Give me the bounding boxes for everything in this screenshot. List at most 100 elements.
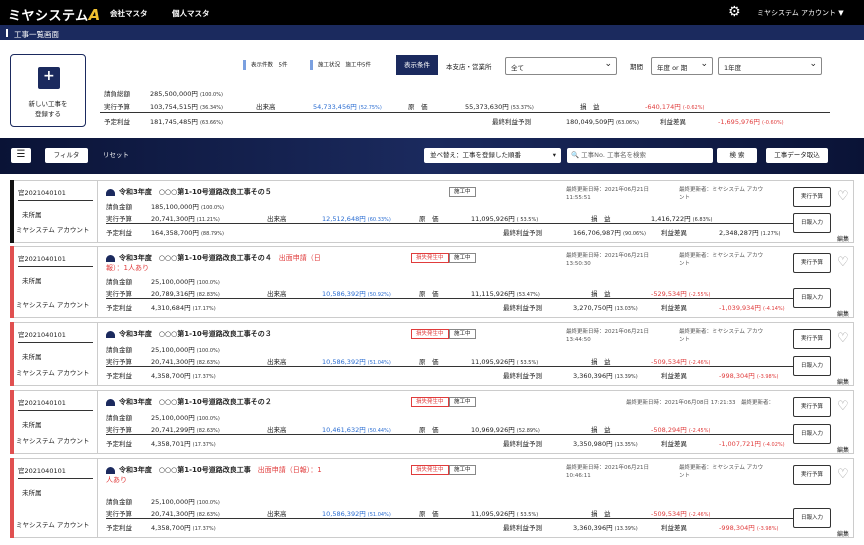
diff-cell: -1,039,934円 (-4.14%) — [719, 302, 785, 312]
last-updated-time: 10:46:11 — [566, 473, 591, 479]
execution-budget-button[interactable]: 実行予算 — [793, 187, 831, 207]
project-owner: ミヤシステム アカウント — [16, 226, 90, 234]
cost-cell: 11,115,926円 (53.47%) — [471, 288, 540, 298]
branch-select[interactable]: 全て — [505, 57, 617, 75]
plan-row: 予定利益 4,358,701円 (17.37%) — [106, 438, 216, 448]
period-type-select[interactable]: 年度 or 期 — [651, 57, 713, 75]
project-owner: ミヤシステム アカウント — [16, 301, 90, 309]
gear-icon[interactable]: ⚙ — [728, 4, 741, 20]
plan-value: 4,310,684円 — [151, 304, 191, 312]
edit-link[interactable]: 編集 — [837, 377, 849, 386]
daily-report-button[interactable]: 日報入力 — [793, 424, 831, 444]
nav-company-master[interactable]: 会社マスタ — [110, 8, 148, 19]
contract-row: 請負金額 25,100,000円 (100.0%) — [106, 412, 220, 422]
search-placeholder: 工事No. 工事名を検索 — [581, 151, 647, 159]
final-value: 3,270,750円 — [573, 304, 613, 312]
project-card[interactable]: 官2021040101 未所属 ミヤシステム アカウント 令和3年度 ○○○第1… — [10, 390, 854, 454]
project-title[interactable]: 令和3年度 ○○○第1-10号道路改良工事その３ — [106, 329, 406, 339]
account-menu[interactable]: ミヤシステム アカウント ▼ — [757, 8, 844, 18]
diff-value: -1,039,934円 — [719, 304, 761, 312]
final-cell: 3,360,396円 (13.39%) — [573, 370, 638, 380]
attendance-alert[interactable]: 出面申請（日報）：1 — [258, 466, 322, 474]
contract-row: 請負金額 25,100,000円 (100.0%) — [106, 344, 220, 354]
heart-icon[interactable]: ♡ — [837, 331, 849, 346]
display-conditions-tab[interactable]: 表示条件 — [396, 55, 438, 75]
project-code[interactable]: 官2021040101 — [18, 465, 93, 479]
search-button[interactable]: 検 索 — [717, 148, 757, 163]
new-project-button[interactable]: 新しい工事を登録する — [10, 54, 86, 127]
plan-pct: (17.37%) — [192, 526, 216, 532]
heart-icon[interactable]: ♡ — [837, 467, 849, 482]
project-title[interactable]: 令和3年度 ○○○第1-10号道路改良工事その５ — [106, 187, 406, 197]
last-updated-date: 2021年06月21日 — [604, 187, 650, 193]
daily-report-button[interactable]: 日報入力 — [793, 288, 831, 308]
cost-value: 10,969,926円 — [471, 426, 515, 434]
project-card[interactable]: 官2021040101 未所属 ミヤシステム アカウント 令和3年度 ○○○第1… — [10, 458, 854, 538]
app-logo[interactable]: ミヤシステムA — [8, 5, 101, 24]
plan-value: 4,358,700円 — [151, 524, 191, 532]
edit-link[interactable]: 編集 — [837, 529, 849, 538]
daily-report-button[interactable]: 日報入力 — [793, 508, 831, 528]
row-divider — [106, 298, 798, 299]
period-value-select[interactable]: 1年度 — [718, 57, 822, 75]
reset-button[interactable]: リセット — [98, 148, 134, 163]
plan-pct: (88.79%) — [200, 231, 224, 237]
sort-select[interactable]: 並べ替え：工事を登録した順番 ▾ — [424, 148, 561, 163]
project-code[interactable]: 官2021040101 — [18, 253, 93, 267]
heart-icon[interactable]: ♡ — [837, 399, 849, 414]
edit-link[interactable]: 編集 — [837, 309, 849, 318]
filter-button[interactable]: フィルタ — [45, 148, 88, 163]
sort-select-label: 並べ替え：工事を登録した順番 — [430, 151, 521, 159]
project-title-text: 令和3年度 ○○○第1-10号道路改良工事その５ — [119, 188, 272, 196]
execution-budget-button[interactable]: 実行予算 — [793, 397, 831, 417]
list-view-icon[interactable]: ☰ — [11, 148, 31, 163]
profit-cell: 1,416,722円 (6.83%) — [651, 213, 712, 223]
import-button[interactable]: 工事データ取込 — [766, 148, 828, 163]
heart-icon[interactable]: ♡ — [837, 189, 849, 204]
contract-row: 請負金額 185,100,000円 (100.0%) — [106, 201, 224, 211]
status-stripe — [10, 180, 14, 243]
project-title[interactable]: 令和3年度 ○○○第1-10号道路改良工事 出面申請（日報）：1 人あり — [106, 465, 406, 485]
profit-cell: -509,534円 (-2.46%) — [651, 356, 710, 366]
edit-link[interactable]: 編集 — [837, 445, 849, 454]
execution-budget-button[interactable]: 実行予算 — [793, 253, 831, 273]
project-card[interactable]: 官2021040101 未所属 ミヤシステム アカウント 令和3年度 ○○○第1… — [10, 322, 854, 386]
search-input[interactable]: 🔍 工事No. 工事名を検索 — [567, 148, 713, 163]
summary-plan-pct: (63.66%) — [199, 120, 223, 126]
daily-report-button[interactable]: 日報入力 — [793, 213, 831, 233]
plan-value: 4,358,700円 — [151, 372, 191, 380]
attendance-alert[interactable]: 出面申請（日 — [279, 254, 321, 262]
last-updater-name-cont: ント — [679, 195, 691, 201]
project-title[interactable]: 令和3年度 ○○○第1-10号道路改良工事その４ 出面申請（日 報）：1人あり — [106, 253, 406, 273]
legend-status-label: 施工状況 — [318, 62, 341, 69]
project-card[interactable]: 官2021040101 未所属 ミヤシステム アカウント 令和3年度 ○○○第1… — [10, 180, 854, 243]
contract-label: 請負金額 — [106, 498, 132, 506]
contract-value: 25,100,000円 — [151, 346, 195, 354]
summary-cost-label: 原 価 — [408, 103, 428, 111]
cost-cell: 11,095,926円 ( 53.5%) — [471, 213, 538, 223]
cost-cell: 11,095,926円 ( 53.5%) — [471, 508, 538, 518]
summary-exec: 103,754,515円 (36.34%) — [150, 101, 223, 111]
nav-personal-master[interactable]: 個人マスタ — [172, 8, 210, 19]
contract-row: 請負金額 25,100,000円 (100.0%) — [106, 496, 220, 506]
project-code[interactable]: 官2021040101 — [18, 187, 93, 201]
project-code[interactable]: 官2021040101 — [18, 397, 93, 411]
project-owner: ミヤシステム アカウント — [16, 437, 90, 445]
profit-value: 1,416,722円 — [651, 215, 691, 223]
project-card[interactable]: 官2021040101 未所属 ミヤシステム アカウント 令和3年度 ○○○第1… — [10, 246, 854, 318]
card-divider — [97, 181, 98, 242]
exec-label: 実行予算 — [106, 510, 132, 518]
project-title[interactable]: 令和3年度 ○○○第1-10号道路改良工事その２ — [106, 397, 406, 407]
diff-cell: -998,304円 (-3.98%) — [719, 522, 778, 532]
project-code[interactable]: 官2021040101 — [18, 329, 93, 343]
execution-budget-button[interactable]: 実行予算 — [793, 329, 831, 349]
daily-report-button[interactable]: 日報入力 — [793, 356, 831, 376]
row-divider — [106, 366, 798, 367]
edit-link[interactable]: 編集 — [837, 234, 849, 243]
execution-budget-button[interactable]: 実行予算 — [793, 465, 831, 485]
summary-final-label: 最終利益予測 — [492, 118, 531, 126]
contract-pct: (100.0%) — [196, 280, 220, 286]
summary-cost: 55,373,630円 (53.37%) — [465, 101, 534, 111]
heart-icon[interactable]: ♡ — [837, 255, 849, 270]
top-bar: ミヤシステムA 会社マスタ 個人マスタ ⚙ ミヤシステム アカウント ▼ — [0, 0, 864, 25]
